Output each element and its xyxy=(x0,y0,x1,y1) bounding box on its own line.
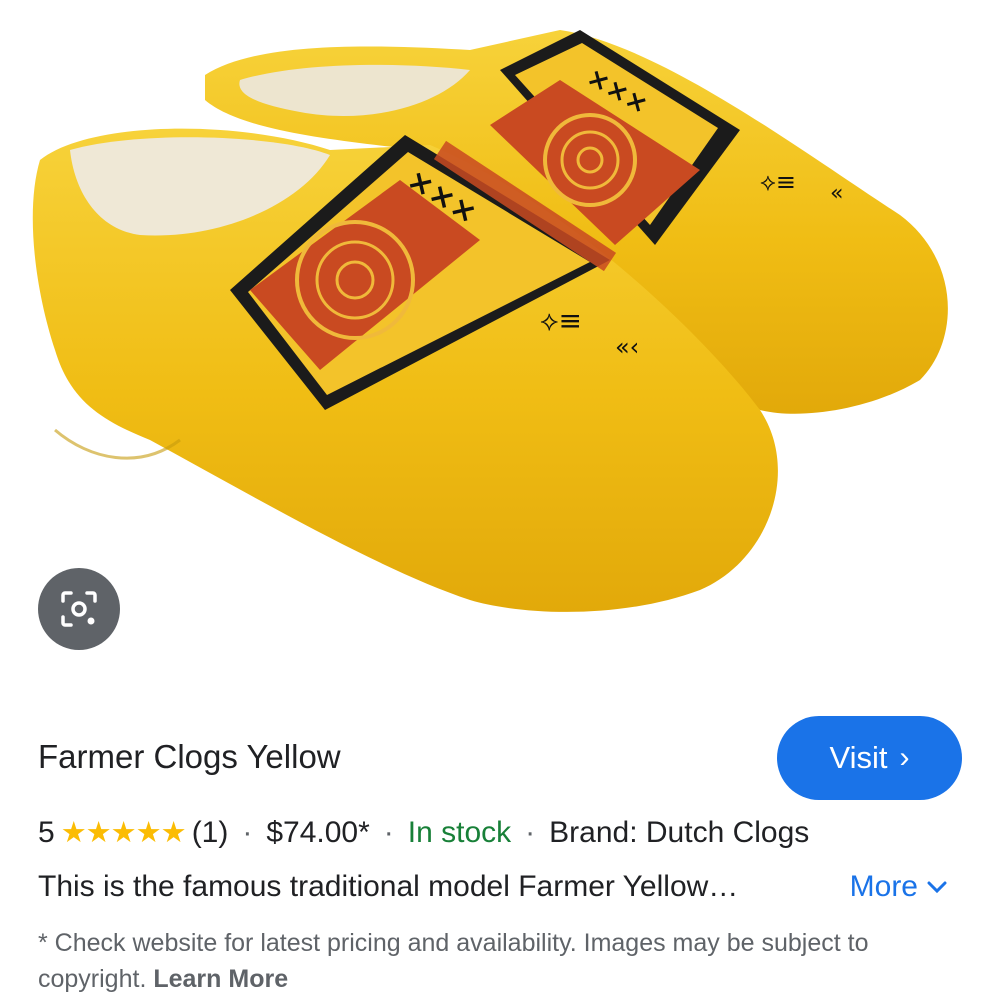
learn-more-link[interactable]: Learn More xyxy=(153,965,288,993)
review-count[interactable]: (1) xyxy=(192,816,229,850)
chevron-down-icon xyxy=(927,881,947,894)
brand-label: Brand: Dutch Clogs xyxy=(549,815,810,849)
stock-status: In stock xyxy=(407,815,512,849)
product-title[interactable]: Farmer Clogs Yellow xyxy=(38,738,341,776)
product-meta-row: 5 ★★★★★ (1) · $74.00* · In stock · Brand… xyxy=(38,815,809,850)
product-description: This is the famous traditional model Far… xyxy=(38,870,739,903)
visit-label: Visit xyxy=(829,740,888,775)
svg-text:⟡≡: ⟡≡ xyxy=(760,168,796,196)
rating-value: 5 xyxy=(38,815,55,849)
google-lens-icon xyxy=(61,591,97,627)
more-button[interactable]: More xyxy=(850,870,948,904)
svg-text:«: « xyxy=(830,181,843,206)
star-rating-icon: ★★★★★ xyxy=(60,817,187,849)
visit-button[interactable]: Visit › xyxy=(777,716,962,800)
google-lens-button[interactable] xyxy=(38,568,120,650)
svg-text:«‹: «‹ xyxy=(615,333,639,361)
price: $74.00* xyxy=(266,815,370,849)
separator-dot: · xyxy=(525,815,536,849)
separator-dot: · xyxy=(383,815,394,849)
separator-dot: · xyxy=(242,815,253,849)
more-label: More xyxy=(849,870,918,903)
chevron-right-icon: › xyxy=(899,741,910,774)
svg-text:⟡≡: ⟡≡ xyxy=(540,304,582,337)
disclaimer-text: * Check website for latest pricing and a… xyxy=(38,925,958,997)
product-image[interactable]: ××× ⟡≡ « ××× ⟡≡ «‹ xyxy=(0,0,1000,690)
description-row: This is the famous traditional model Far… xyxy=(38,870,958,904)
